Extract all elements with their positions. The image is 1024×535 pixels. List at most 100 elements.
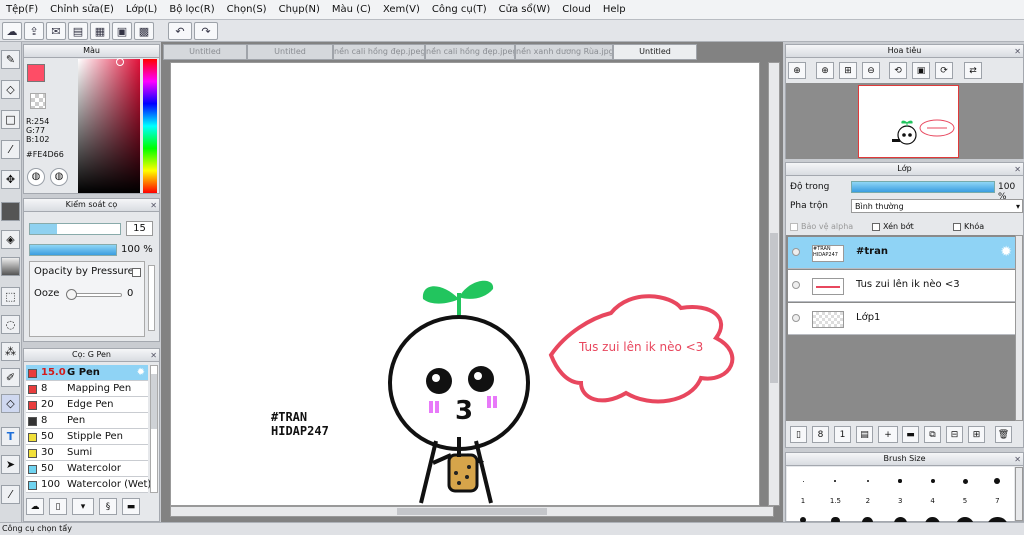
- protect-alpha-checkbox[interactable]: [790, 222, 798, 231]
- share-icon[interactable]: ⇪: [24, 22, 44, 40]
- menu-item-8[interactable]: Công cụ(T): [426, 0, 493, 20]
- brush-size-option[interactable]: 2: [852, 467, 884, 528]
- zoom-out-icon[interactable]: ⊖: [862, 62, 880, 79]
- close-icon[interactable]: ✕: [1014, 46, 1021, 58]
- tab-cali-2[interactable]: nền cali hồng đẹp.jpeg: [425, 44, 515, 60]
- brush-item[interactable]: 50 Watercolor: [26, 461, 148, 477]
- v-scroll-thumb[interactable]: [770, 233, 778, 383]
- brush-folder-icon[interactable]: ▬: [122, 498, 140, 515]
- cloud-icon[interactable]: ☁: [2, 22, 22, 40]
- select-tool-icon[interactable]: ⬚: [1, 287, 20, 306]
- new-halftone-layer-icon[interactable]: ▤: [856, 426, 873, 443]
- layer-row-tran[interactable]: #TRAN HIDAP247 #tran ✹: [788, 237, 1015, 269]
- rotate-left-icon[interactable]: ⟲: [889, 62, 907, 79]
- brush-size-scrollbar[interactable]: [1015, 467, 1023, 521]
- merge-down-icon[interactable]: ⊞: [968, 426, 985, 443]
- main-color-swatch[interactable]: [27, 64, 45, 82]
- brush-size-value[interactable]: 15: [126, 221, 153, 236]
- copy-layer-icon[interactable]: ⧉: [924, 426, 941, 443]
- fit-window-icon[interactable]: ▣: [912, 62, 930, 79]
- zoom-fit-icon[interactable]: ⊕: [788, 62, 806, 79]
- comment-icon[interactable]: ▤: [68, 22, 88, 40]
- new-layer-icon[interactable]: ▯: [790, 426, 807, 443]
- new-1bit-layer-icon[interactable]: 1: [834, 426, 851, 443]
- brush-item[interactable]: 8 Pen: [26, 413, 148, 429]
- close-icon[interactable]: ✕: [150, 200, 157, 212]
- menu-item-5[interactable]: Chụp(N): [273, 0, 326, 20]
- bucket-tool-icon[interactable]: ◈: [1, 230, 20, 249]
- new-brush-icon[interactable]: ▯: [49, 498, 67, 515]
- brush-size-option[interactable]: 5: [949, 467, 981, 535]
- brush-item[interactable]: 15.0 G Pen ✹: [26, 365, 148, 381]
- visibility-toggle[interactable]: [792, 248, 800, 256]
- redo-icon[interactable]: ↷: [194, 22, 218, 40]
- close-icon[interactable]: ✕: [1014, 164, 1021, 176]
- add-layer-menu-icon[interactable]: +: [878, 426, 898, 443]
- menu-item-4[interactable]: Chọn(S): [221, 0, 273, 20]
- brush-item[interactable]: 50 Stipple Pen: [26, 429, 148, 445]
- move-tool-icon[interactable]: ✥: [1, 170, 20, 189]
- rect-select-icon[interactable]: □: [1, 110, 20, 129]
- document-icon[interactable]: ▦: [90, 22, 110, 40]
- delete-layer-icon[interactable]: 🗑: [995, 426, 1012, 443]
- brush-item[interactable]: 100 Watercolor (Wet): [26, 477, 151, 493]
- fill-rect-icon[interactable]: [1, 202, 20, 221]
- brush-size-option[interactable]: 7: [981, 467, 1013, 535]
- brush-settings-icon[interactable]: §: [99, 498, 117, 515]
- palette-alt-icon[interactable]: ◍: [50, 168, 68, 186]
- text-tool-icon[interactable]: T: [1, 427, 20, 446]
- tab-xanh-duong[interactable]: nền xanh dương Rùa.jpg: [515, 44, 613, 60]
- brush-tool-icon[interactable]: ⁄: [1, 140, 20, 159]
- close-icon[interactable]: ✕: [150, 350, 157, 362]
- palette-icon[interactable]: ◍: [27, 168, 45, 186]
- layer-row-bubble[interactable]: Tus zui lên ik nèo <3: [788, 270, 1015, 302]
- canvas-horizontal-scrollbar[interactable]: [170, 506, 774, 517]
- menu-item-7[interactable]: Xem(V): [377, 0, 426, 20]
- brush-size-option[interactable]: 3: [884, 467, 916, 531]
- layer-opacity-slider[interactable]: [851, 181, 995, 193]
- visibility-toggle[interactable]: [792, 314, 800, 322]
- opacity-pressure-checkbox[interactable]: [132, 268, 141, 277]
- zoom-in-icon[interactable]: ⊕: [816, 62, 834, 79]
- brush-size-option[interactable]: 1: [787, 467, 819, 523]
- eyedropper-icon[interactable]: ⁄: [1, 485, 20, 504]
- rotate-right-icon[interactable]: ⟳: [935, 62, 953, 79]
- menu-item-9[interactable]: Cửa sổ(W): [493, 0, 557, 20]
- eraser-tool-icon[interactable]: ◇: [1, 80, 20, 99]
- ooze-handle[interactable]: [66, 289, 77, 300]
- scroll-thumb[interactable]: [151, 374, 157, 429]
- saturation-picker[interactable]: [78, 59, 140, 193]
- cloud-brush-icon[interactable]: ☁: [26, 498, 44, 515]
- grid-icon[interactable]: ▩: [134, 22, 154, 40]
- reset-view-icon[interactable]: ⇄: [964, 62, 982, 79]
- operation-tool-icon[interactable]: ➤: [1, 455, 20, 474]
- pen-tool-icon[interactable]: ✎: [1, 50, 20, 69]
- layer-row-lop1[interactable]: Lớp1: [788, 303, 1015, 335]
- new-8bit-layer-icon[interactable]: 8: [812, 426, 829, 443]
- layer-folder-icon[interactable]: ▬: [902, 426, 919, 443]
- lasso-tool-icon[interactable]: ◌: [1, 315, 20, 334]
- brush-item[interactable]: 8 Mapping Pen: [26, 381, 148, 397]
- transparent-color-swatch[interactable]: [30, 93, 46, 109]
- menu-item-10[interactable]: Cloud: [556, 0, 597, 20]
- gradient-tool-icon[interactable]: [1, 257, 20, 276]
- hue-slider[interactable]: [143, 59, 157, 193]
- gear-icon[interactable]: ✹: [137, 365, 145, 381]
- brush-list-scrollbar[interactable]: [150, 365, 158, 493]
- zoom-actual-icon[interactable]: ⊞: [839, 62, 857, 79]
- blend-mode-select[interactable]: Bình thường ▾: [851, 199, 1023, 213]
- layout-icon[interactable]: ▣: [112, 22, 132, 40]
- tab-untitled-1[interactable]: Untitled: [163, 44, 247, 60]
- canvas-vertical-scrollbar[interactable]: [768, 62, 780, 506]
- brush-size-option[interactable]: 1.5: [819, 467, 851, 526]
- clip-checkbox[interactable]: [872, 222, 880, 231]
- merge-layer-icon[interactable]: ⊟: [946, 426, 963, 443]
- layer-scrollbar[interactable]: [1015, 235, 1023, 421]
- undo-icon[interactable]: ↶: [168, 22, 192, 40]
- magic-wand-icon[interactable]: ⁂: [1, 342, 20, 361]
- brush-item[interactable]: 20 Edge Pen: [26, 397, 148, 413]
- navigator-thumbnail[interactable]: [858, 85, 959, 158]
- menu-item-1[interactable]: Chỉnh sửa(E): [44, 0, 120, 20]
- lock-checkbox[interactable]: [953, 222, 961, 231]
- chat-icon[interactable]: ✉: [46, 22, 66, 40]
